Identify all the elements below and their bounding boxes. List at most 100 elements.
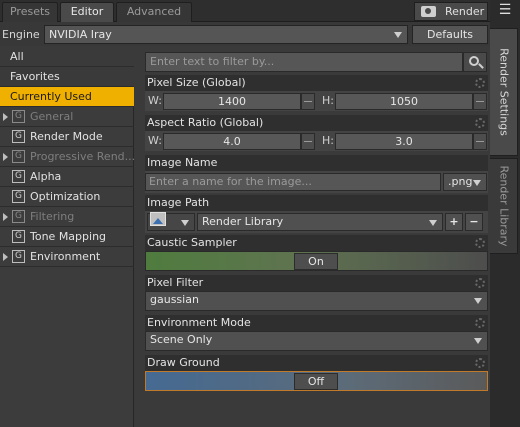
dropdown-arrow-icon (394, 32, 402, 38)
aspect-height-stepper[interactable] (473, 133, 487, 150)
pixel-size-title: Pixel Size (Global) (145, 75, 488, 91)
category-optimization[interactable]: G Optimization (0, 187, 134, 207)
gear-icon[interactable] (475, 358, 485, 368)
group-icon: G (12, 190, 25, 203)
draw-ground-toggle[interactable]: Off (145, 371, 488, 391)
toggle-state: On (294, 253, 338, 270)
aspect-ratio-row: W: 4.0 H: 3.0 (145, 131, 488, 151)
draw-ground-title: Draw Ground (145, 355, 488, 371)
environment-mode-select[interactable]: Scene Only (145, 331, 488, 351)
image-icon (150, 212, 166, 226)
pixel-filter-title: Pixel Filter (145, 275, 488, 291)
dropdown-arrow-icon (429, 220, 437, 226)
category-favorites[interactable]: Favorites (0, 67, 134, 87)
pixel-height-stepper[interactable] (473, 93, 487, 110)
category-label: Alpha (30, 170, 62, 183)
height-label: H: (322, 134, 334, 147)
gear-icon[interactable] (475, 278, 485, 288)
aspect-height-field[interactable]: 3.0 (335, 133, 473, 150)
environment-mode-title: Environment Mode (145, 315, 488, 331)
image-name-row: Enter a name for the image... .png (145, 171, 488, 193)
image-path-select[interactable]: Render Library (197, 213, 443, 231)
expand-arrow-icon[interactable] (3, 213, 8, 221)
category-filtering[interactable]: G Filtering (0, 207, 134, 227)
expand-arrow-icon[interactable] (3, 113, 8, 121)
side-tab-label: Render Settings (497, 48, 510, 136)
filter-input[interactable]: Enter text to filter by... (145, 52, 463, 72)
aspect-width-field[interactable]: 4.0 (163, 133, 301, 150)
expand-arrow-icon[interactable] (3, 153, 8, 161)
property-title: Draw Ground (147, 356, 220, 369)
category-render-mode[interactable]: G Render Mode (0, 127, 134, 147)
pixel-filter-select[interactable]: gaussian (145, 291, 488, 311)
camera-icon (421, 6, 436, 17)
property-title: Image Path (147, 196, 210, 209)
tab-editor[interactable]: Editor (60, 2, 114, 22)
property-title: Environment Mode (147, 316, 251, 329)
gear-icon[interactable] (475, 238, 485, 248)
pixel-filter-value: gaussian (150, 293, 199, 306)
image-path-value: Render Library (202, 215, 284, 228)
add-path-button[interactable]: + (445, 213, 463, 231)
caustic-sampler-title: Caustic Sampler (145, 235, 488, 251)
category-label: Filtering (30, 210, 75, 223)
width-label: W: (148, 94, 162, 107)
category-general[interactable]: G General (0, 107, 134, 127)
category-label: Progressive Rend... (30, 150, 136, 163)
property-title: Caustic Sampler (147, 236, 237, 249)
category-label: General (30, 110, 74, 123)
category-alpha[interactable]: G Alpha (0, 167, 134, 187)
engine-label: Engine : (2, 28, 47, 41)
panel-menu-icon[interactable]: ☰ (490, 0, 520, 22)
aspect-ratio-title: Aspect Ratio (Global) (145, 115, 488, 131)
tab-advanced[interactable]: Advanced (116, 2, 192, 22)
category-label: Tone Mapping (30, 230, 107, 243)
gear-icon[interactable] (475, 318, 485, 328)
remove-path-button[interactable]: − (465, 213, 483, 231)
dropdown-arrow-icon (474, 298, 482, 304)
render-button-label: Render (445, 5, 485, 18)
side-tab-label: Render Library (497, 165, 510, 247)
category-progressive-rendering[interactable]: G Progressive Rend... (0, 147, 136, 167)
category-label: Favorites (10, 70, 60, 83)
group-icon: G (12, 230, 25, 243)
engine-select-value: NVIDIA Iray (49, 28, 112, 41)
category-currently-used[interactable]: Currently Used (0, 87, 134, 107)
toggle-state: Off (294, 373, 338, 390)
tab-render-settings[interactable]: Render Settings (490, 28, 518, 156)
category-all[interactable]: All (0, 47, 134, 67)
category-tone-mapping[interactable]: G Tone Mapping (0, 227, 134, 247)
property-title: Pixel Filter (147, 276, 204, 289)
expand-arrow-icon[interactable] (3, 253, 8, 261)
engine-select[interactable]: NVIDIA Iray (44, 25, 408, 44)
pixel-width-stepper[interactable] (301, 93, 315, 110)
width-label: W: (148, 134, 162, 147)
category-list: All Favorites Currently Used G General G… (0, 47, 136, 427)
group-icon: G (12, 210, 25, 223)
aspect-width-stepper[interactable] (301, 133, 315, 150)
group-icon: G (12, 130, 25, 143)
pixel-size-row: W: 1400 H: 1050 (145, 91, 488, 111)
image-name-input[interactable]: Enter a name for the image... (145, 173, 441, 191)
group-icon: G (12, 150, 25, 163)
image-format-select[interactable]: .png (443, 173, 487, 191)
category-label: Environment (30, 250, 101, 263)
dropdown-arrow-icon (473, 180, 481, 186)
pixel-width-field[interactable]: 1400 (163, 93, 301, 110)
caustic-sampler-toggle[interactable]: On (145, 251, 488, 271)
environment-mode-value: Scene Only (150, 333, 213, 346)
category-environment[interactable]: G Environment (0, 247, 134, 267)
pixel-height-field[interactable]: 1050 (335, 93, 473, 110)
group-icon: G (12, 250, 25, 263)
gear-icon[interactable] (475, 78, 485, 88)
image-path-title: Image Path (145, 195, 488, 211)
defaults-button[interactable]: Defaults (412, 25, 488, 44)
tab-presets[interactable]: Presets (2, 2, 58, 22)
tab-render-library[interactable]: Render Library (490, 158, 518, 254)
gear-icon[interactable] (475, 118, 485, 128)
category-label: Currently Used (10, 90, 92, 103)
height-label: H: (322, 94, 334, 107)
category-label: All (10, 50, 24, 63)
render-button[interactable]: Render (414, 2, 488, 21)
search-icon[interactable] (463, 52, 487, 72)
